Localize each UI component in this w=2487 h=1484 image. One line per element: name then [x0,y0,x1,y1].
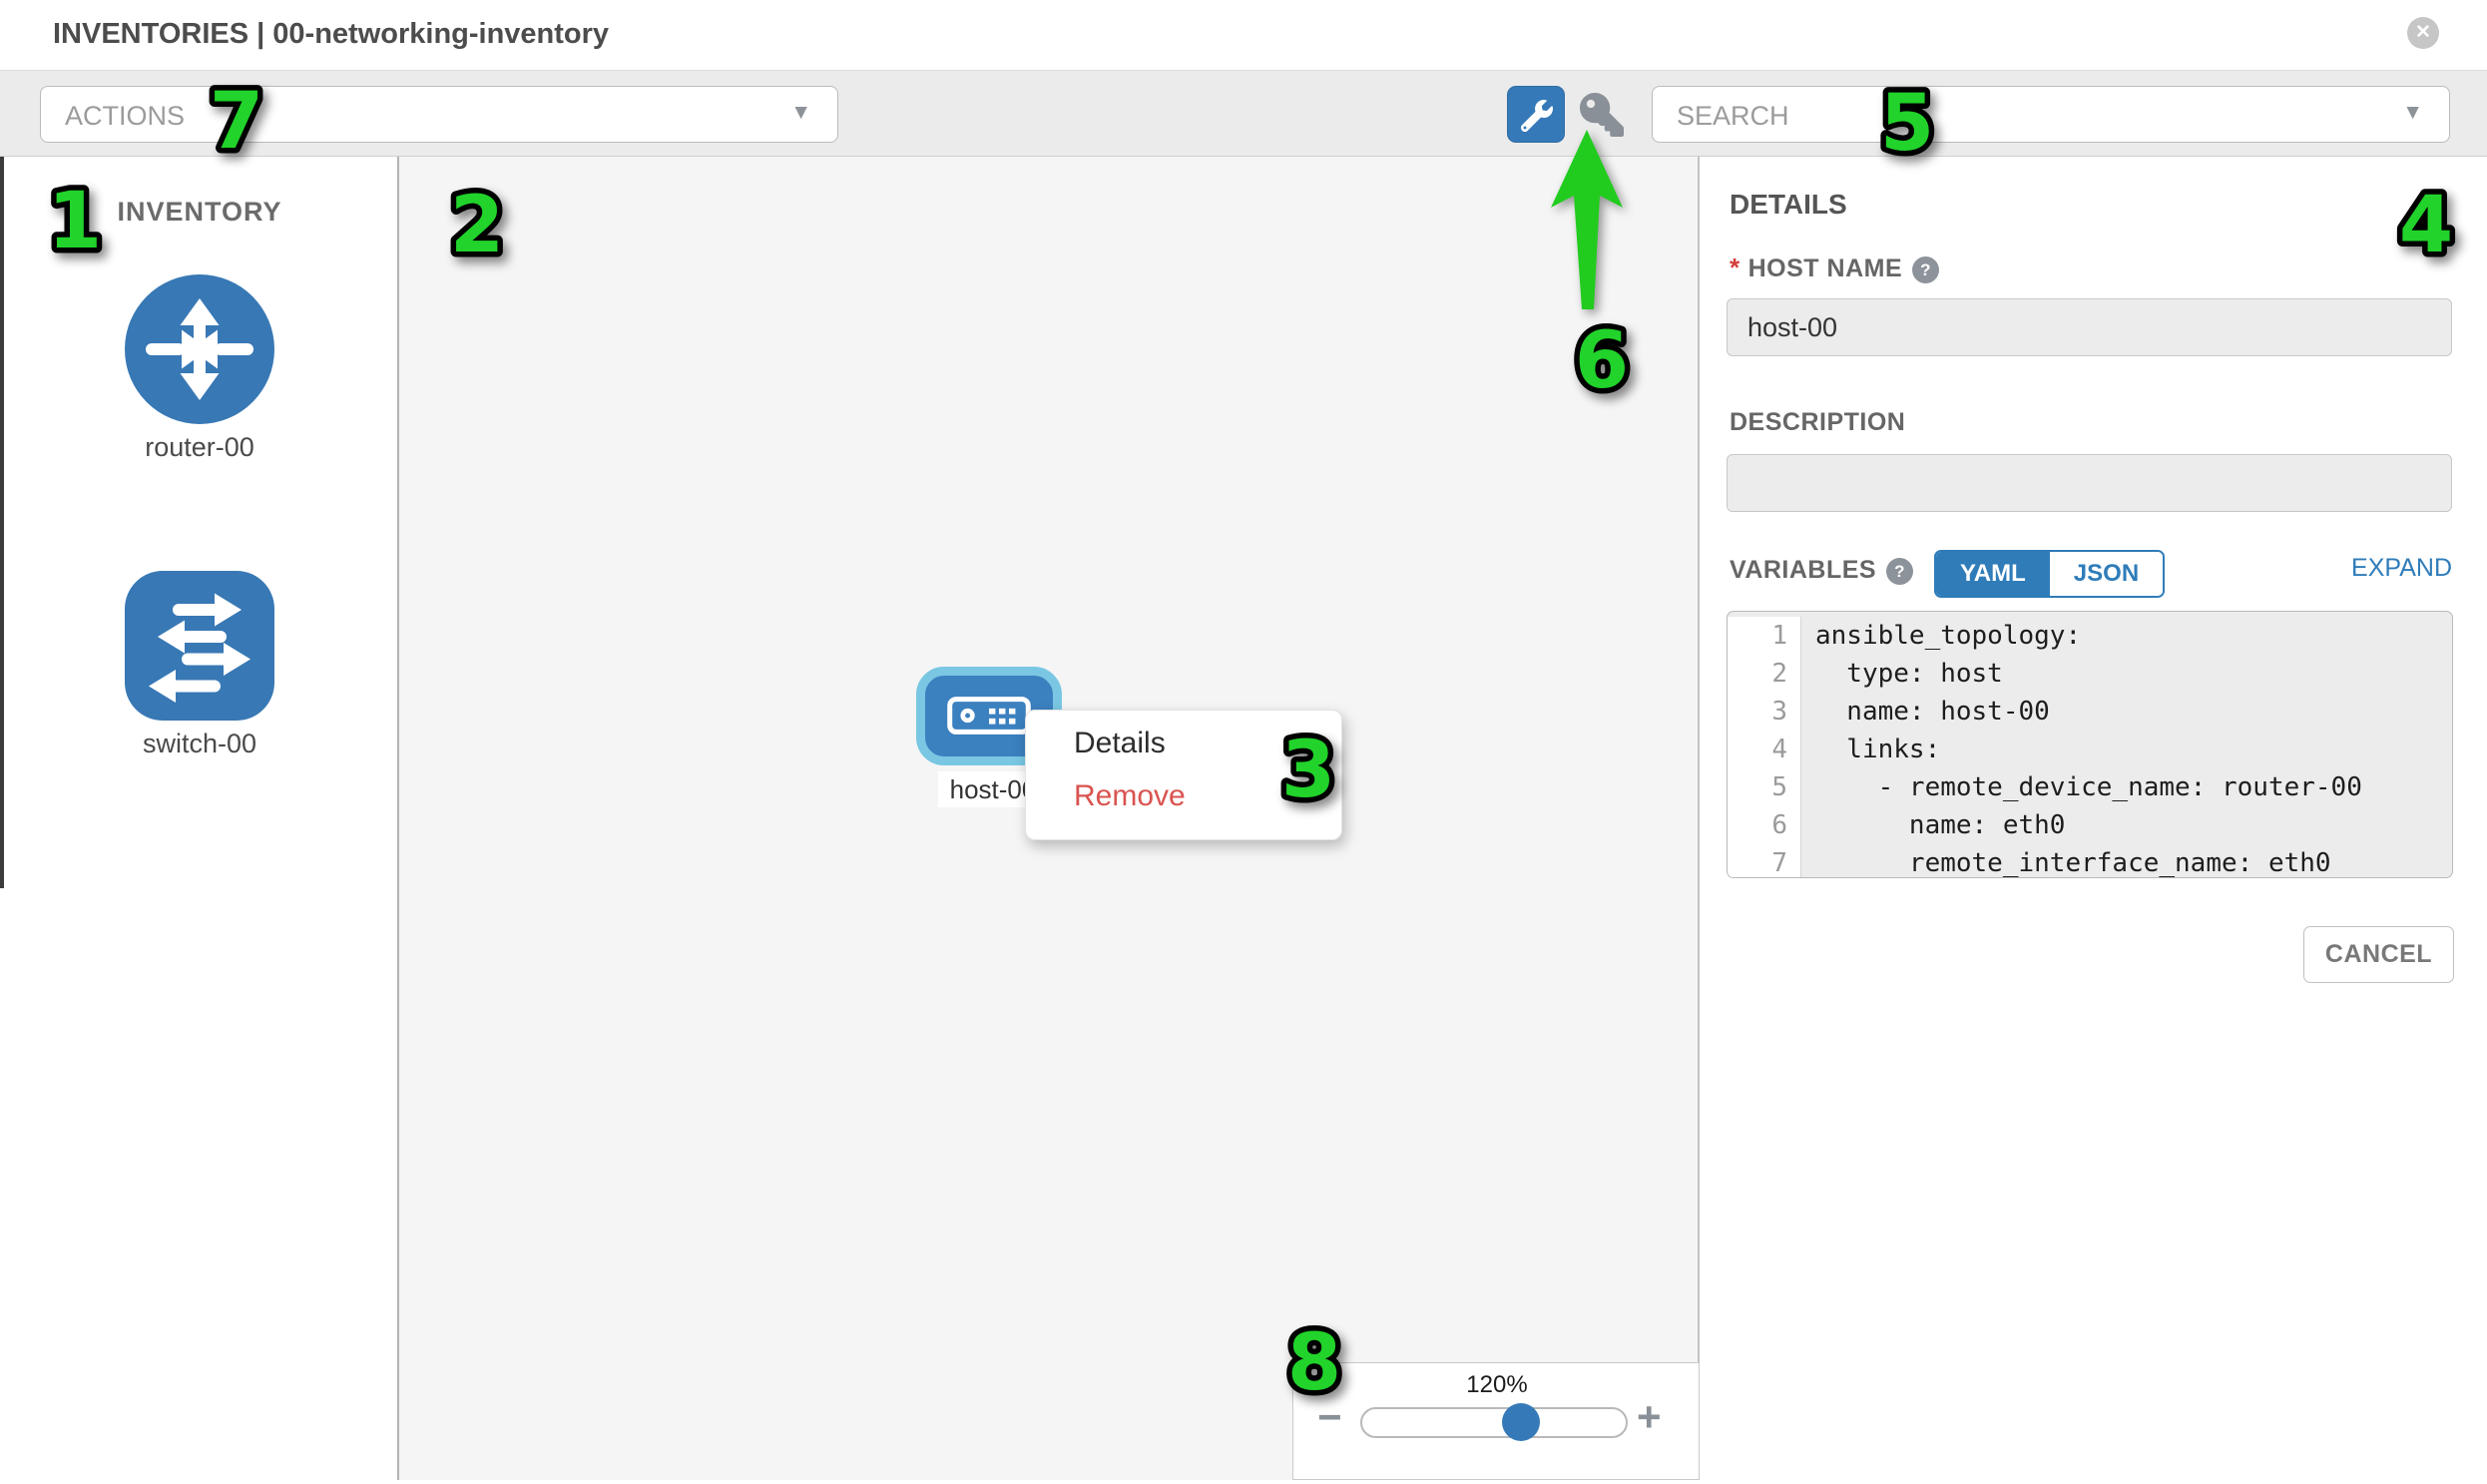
variables-label-row: VARIABLES? [1730,556,1913,585]
actions-dropdown[interactable]: ACTIONS ▼ [40,86,838,143]
editor-line-number: 5 [1728,768,1801,806]
toggle-json[interactable]: JSON [2050,552,2163,596]
sidebar-accent-line [0,157,4,888]
details-panel-title: DETAILS [1730,189,1847,221]
zoom-out-button[interactable]: − [1317,1393,1342,1441]
zoom-slider-track[interactable] [1360,1407,1628,1438]
editor-line-text: remote_interface_name: eth0 [1801,844,2331,878]
host-name-input[interactable] [1727,298,2452,356]
required-marker: * [1730,252,1741,282]
context-menu: Details Remove [1025,710,1342,840]
context-menu-item-details[interactable]: Details [1074,727,1166,760]
editor-line-number: 2 [1728,655,1801,693]
editor-line: 7 remote_interface_name: eth0 [1728,844,2452,878]
editor-line-text: type: host [1801,655,2003,693]
toolbar-wrench-button[interactable] [1507,86,1565,143]
variables-format-toggle: YAML JSON [1934,550,2165,598]
inventory-heading: INVENTORY [0,197,399,228]
actions-dropdown-label: ACTIONS [65,101,185,132]
palette-item-router-label: router-00 [0,432,399,463]
chevron-down-icon: ▼ [2402,101,2423,125]
editor-line: 1ansible_topology: [1728,617,2452,655]
editor-line-number: 1 [1728,617,1801,655]
editor-line: 6 name: eth0 [1728,806,2452,844]
host-name-label-row: *HOST NAME? [1730,252,1939,283]
help-icon[interactable]: ? [1886,558,1913,585]
context-menu-item-remove[interactable]: Remove [1074,779,1186,813]
inventory-topology-app: INVENTORIES | 00-networking-inventory ✕ … [0,0,2487,1484]
editor-line-text: name: host-00 [1801,693,2050,731]
topology-canvas[interactable]: host-00 Details Remove 120% − + [399,157,1700,1480]
editor-line-number: 3 [1728,693,1801,731]
editor-line-text: ansible_topology: [1801,617,2081,655]
details-panel: DETAILS *HOST NAME? DESCRIPTION VARIABLE… [1700,157,2487,1484]
key-icon [1579,124,1625,141]
toggle-yaml[interactable]: YAML [1936,552,2050,596]
zoom-in-button[interactable]: + [1637,1393,1662,1441]
editor-line: 4 links: [1728,731,2452,768]
editor-line: 2 type: host [1728,655,2452,693]
palette-item-switch[interactable] [125,571,274,721]
switch-icon [125,708,274,725]
editor-line-text: name: eth0 [1801,806,2065,844]
variables-label: VARIABLES [1730,556,1876,584]
search-dropdown-label: SEARCH [1677,101,1789,132]
chevron-down-icon: ▼ [790,101,811,125]
description-input[interactable] [1727,454,2452,512]
palette-item-switch-label: switch-00 [0,729,399,759]
editor-line-number: 6 [1728,806,1801,844]
page-title: INVENTORIES | 00-networking-inventory [53,18,609,51]
host-name-label: HOST NAME [1748,254,1903,282]
editor-line: 5 - remote_device_name: router-00 [1728,768,2452,806]
description-label: DESCRIPTION [1730,408,1905,437]
palette-item-router[interactable] [125,274,274,424]
router-icon [125,411,274,428]
editor-line-text: links: [1801,731,1940,768]
page-header: INVENTORIES | 00-networking-inventory ✕ [0,0,2487,70]
editor-line: 3 name: host-00 [1728,693,2452,731]
zoom-control: 120% − + [1292,1362,1700,1480]
editor-line-number: 4 [1728,731,1801,768]
zoom-slider-thumb[interactable] [1502,1403,1540,1441]
search-dropdown[interactable]: SEARCH ▼ [1652,86,2450,143]
editor-line-number: 7 [1728,844,1801,878]
help-icon[interactable]: ? [1912,256,1939,283]
expand-link[interactable]: EXPAND [2252,554,2452,583]
cancel-button[interactable]: CANCEL [2303,926,2454,983]
variables-editor[interactable]: 1ansible_topology:2 type: host3 name: ho… [1727,611,2453,878]
toolbar-key-button[interactable] [1579,93,1625,137]
inventory-palette: INVENTORY router-00 [0,157,399,1480]
close-icon[interactable]: ✕ [2407,17,2439,49]
toolbar: ACTIONS ▼ SEARCH ▼ [0,70,2487,157]
editor-line-text: - remote_device_name: router-00 [1801,768,2362,806]
